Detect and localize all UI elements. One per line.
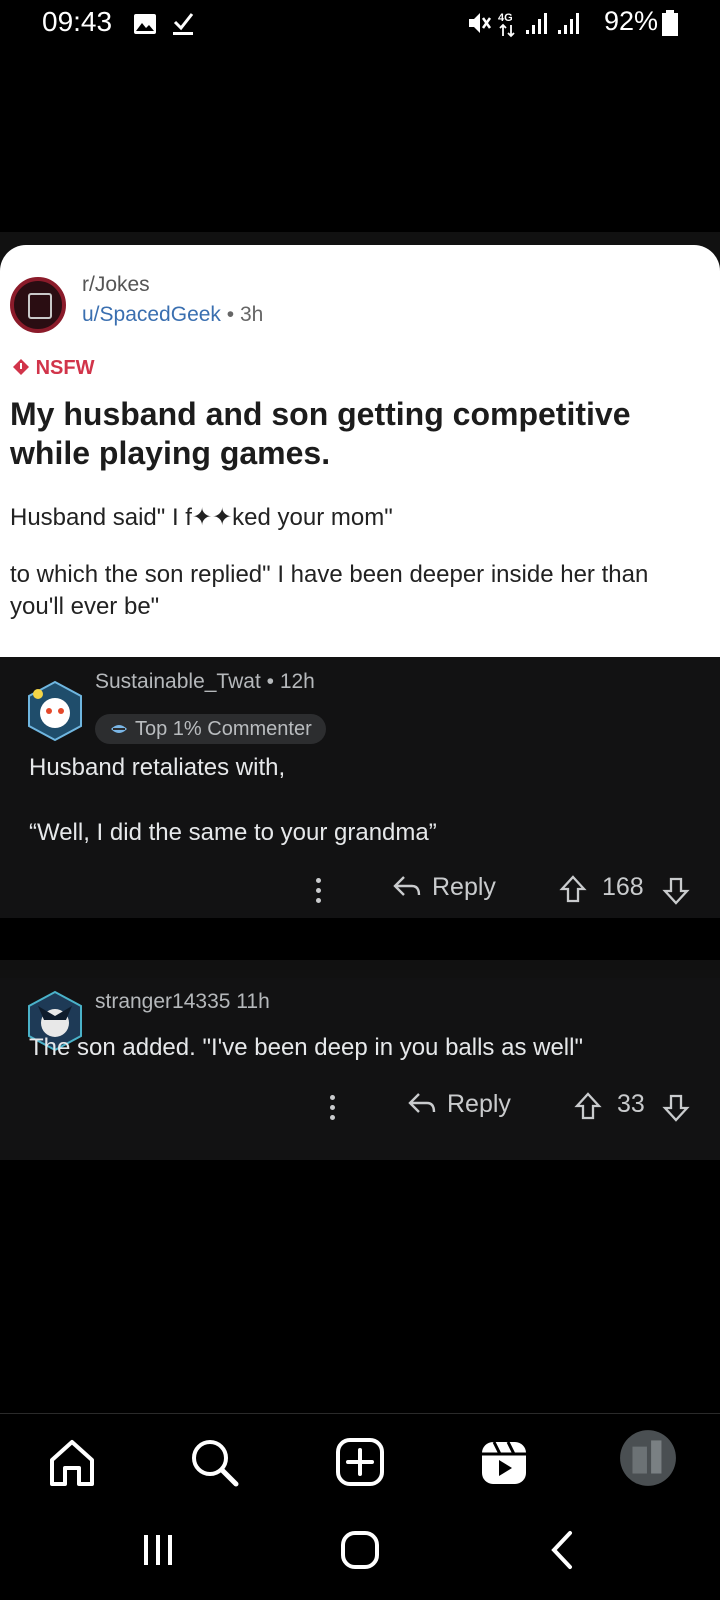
post-body-line1: Husband said" I f✦✦ked your mom" [10,504,393,531]
comment-age: 12h [279,670,315,693]
commenter-badge: Top 1% Commenter [95,714,326,744]
back-icon[interactable] [538,1525,588,1575]
post-age: 3h [239,303,264,326]
search-icon[interactable] [184,1432,244,1492]
upvote-icon[interactable] [574,1091,602,1121]
comment-author-line: Sustainable_Twat • 12h [95,670,315,693]
home-icon[interactable] [42,1432,102,1492]
comment-divider [0,918,720,966]
battery-icon [662,10,678,36]
comment-author[interactable]: Sustainable_Twat [95,670,261,693]
home-button-icon[interactable] [335,1525,385,1575]
reply-icon [408,1093,436,1113]
nsfw-tag: NSFW [12,357,94,380]
commenter-avatar[interactable] [26,680,84,742]
more-options-icon[interactable] [330,1095,336,1125]
subreddit-avatar [10,277,66,333]
post-author: u/SpacedGeek [82,303,221,326]
comment: Sustainable_Twat • 12h Top 1% Commenter … [0,660,720,918]
comment-text: The son added. "I've been deep in you ba… [29,1034,583,1061]
comment-divider [0,960,720,978]
nav-divider [0,1413,720,1414]
create-icon[interactable] [330,1432,390,1492]
post-title: My husband and son getting competitive w… [10,396,631,471]
battery-percentage: 92% [604,6,659,36]
status-bar: 09:43 4G 92% [0,0,720,48]
gallery-icon [134,14,156,34]
downvote-icon[interactable] [662,876,690,906]
signal-icon [558,13,579,34]
comment-author[interactable]: stranger14335 [95,990,230,1013]
badge-icon [111,725,127,733]
reply-button[interactable]: Reply [407,1090,511,1119]
comment-text-line2: “Well, I did the same to your grandma” [29,819,437,846]
nsfw-label: NSFW [35,357,95,379]
reels-icon[interactable] [474,1432,534,1492]
vote-count: 168 [602,873,644,901]
more-options-icon[interactable] [316,878,322,908]
mute-icon [469,13,492,33]
downvote-icon[interactable] [662,1093,690,1123]
recent-apps-icon[interactable] [134,1525,184,1575]
post-screenshot[interactable]: r/Jokes u/SpacedGeek • 3h NSFW My husban… [0,245,720,657]
check-icon [173,13,194,35]
4g-icon: 4G [498,12,515,38]
comment-author-line: stranger14335 11h [95,990,270,1014]
post-author-line: u/SpacedGeek • 3h [82,303,264,326]
profile-avatar[interactable] [618,1428,678,1488]
subreddit-name: r/Jokes [82,273,150,296]
reply-button[interactable]: Reply [392,873,496,902]
upvote-icon[interactable] [559,874,587,904]
vote-count: 33 [617,1090,645,1118]
svg-text:4G: 4G [498,12,513,24]
status-time: 09:43 [42,6,113,37]
post-body-line2: to which the son replied" I have been de… [10,561,649,620]
comment-age: 11h [236,990,270,1013]
reply-icon [393,876,421,896]
comment: stranger14335 11h The son added. "I've b… [0,978,720,1160]
comment-text-line1: Husband retaliates with, [29,754,286,781]
nsfw-icon [13,359,29,375]
signal-icon [526,13,547,34]
